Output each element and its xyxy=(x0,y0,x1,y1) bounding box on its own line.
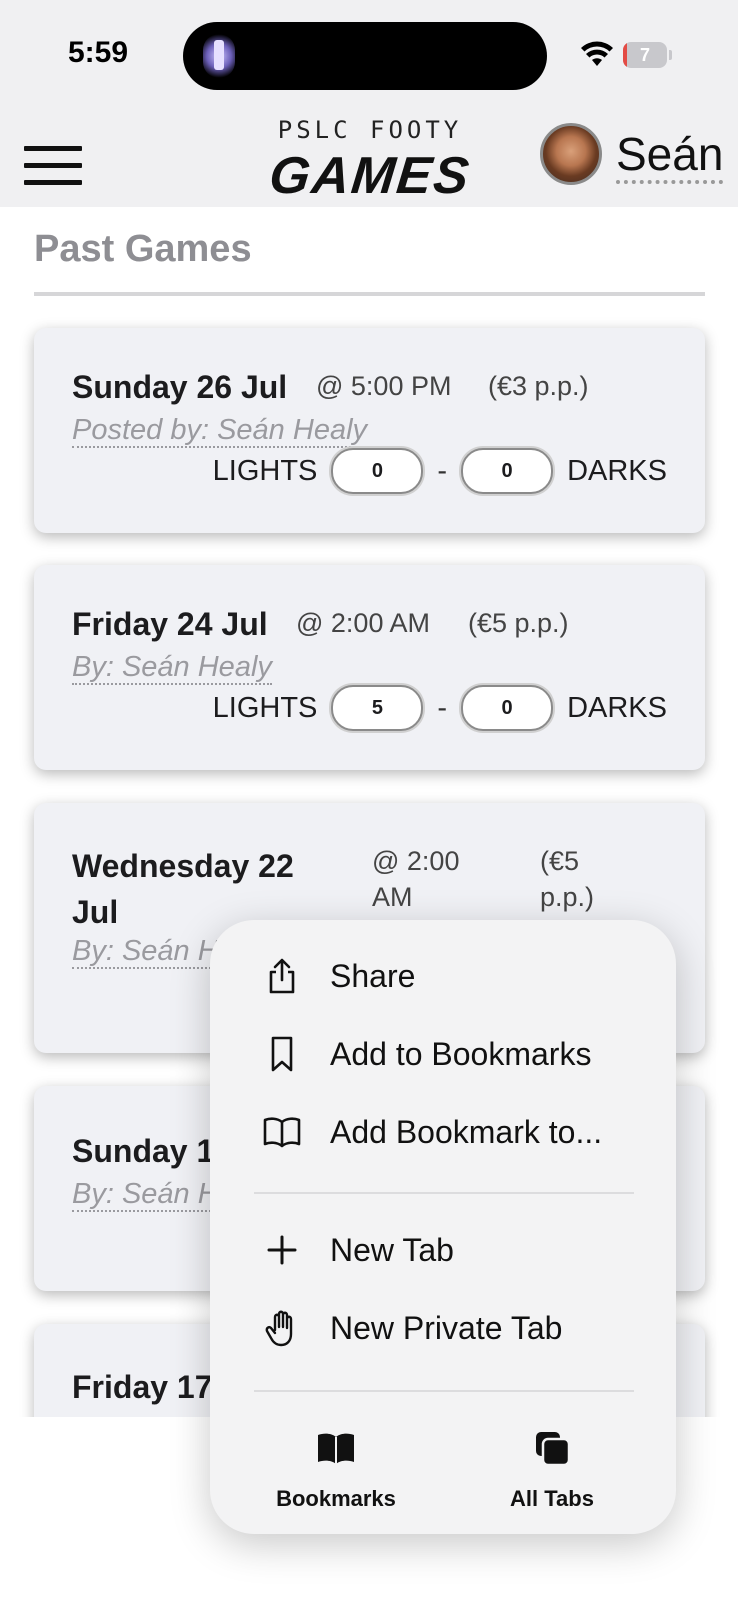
game-date-line2: Jul xyxy=(72,894,119,930)
book-open-icon xyxy=(263,1117,301,1148)
section-divider xyxy=(34,292,705,296)
bookmarks-button[interactable]: Bookmarks xyxy=(256,1428,416,1524)
menu-item-label: New Tab xyxy=(330,1231,454,1268)
lights-score: 0 xyxy=(331,448,424,494)
darks-label: DARKS xyxy=(567,454,667,487)
game-time-line2: AM xyxy=(372,882,413,912)
lights-score: 5 xyxy=(331,685,424,731)
menu-item-label: Share xyxy=(330,957,416,994)
game-posted-by[interactable]: By: Seán H xyxy=(72,1178,219,1212)
dynamic-island xyxy=(183,22,547,90)
tabs-icon xyxy=(536,1432,571,1467)
brand-title[interactable]: GAMES xyxy=(257,146,483,206)
darks-score: 0 xyxy=(461,685,554,731)
user-name-link[interactable]: Seán xyxy=(616,128,724,184)
game-date: Friday 17 xyxy=(72,1369,213,1405)
brand-subtitle: PSLC FOOTY xyxy=(277,116,463,144)
app-header: PSLC FOOTY GAMES Seán xyxy=(0,110,738,207)
score-dash: - xyxy=(437,454,448,487)
wifi-icon xyxy=(581,41,613,66)
plus-icon xyxy=(267,1235,297,1265)
game-price-line2: p.p.) xyxy=(540,882,595,912)
status-time: 5:59 xyxy=(68,36,129,69)
game-card[interactable]: Sunday 26 Jul @ 5:00 PM (€3 p.p.) Posted… xyxy=(34,328,705,533)
darks-label: DARKS xyxy=(567,691,667,724)
menu-item-add-bookmark-to[interactable]: Add Bookmark to... xyxy=(210,1098,676,1166)
menu-icon-line xyxy=(24,163,82,168)
section-title: Past Games xyxy=(34,228,252,270)
game-time: @ 5:00 PM xyxy=(316,371,452,401)
menu-item-label: Add to Bookmarks xyxy=(330,1035,592,1072)
game-time-line1: @ 2:00 xyxy=(372,846,460,876)
share-icon xyxy=(269,958,295,994)
game-date-line1: Wednesday 22 xyxy=(72,848,294,884)
game-card[interactable]: Friday 24 Jul @ 2:00 AM (€5 p.p.) By: Se… xyxy=(34,565,705,770)
battery-percent: 7 xyxy=(639,45,650,65)
bookmarks-label: Bookmarks xyxy=(276,1486,396,1511)
browser-context-menu: Share Add to Bookmarks Add Bookmark to..… xyxy=(210,920,676,1534)
lights-label: LIGHTS xyxy=(212,454,318,487)
menu-separator xyxy=(254,1192,634,1194)
battery-icon: 7 xyxy=(623,42,667,68)
game-price: (€3 p.p.) xyxy=(488,371,589,401)
game-posted-by[interactable]: Posted by: Seán Healy xyxy=(72,414,368,448)
menu-icon-line xyxy=(24,180,82,185)
menu-item-new-tab[interactable]: New Tab xyxy=(210,1216,676,1284)
game-date: Sunday 1 xyxy=(72,1133,215,1169)
game-posted-by[interactable]: By: Seán H xyxy=(72,935,219,969)
menu-item-label: Add Bookmark to... xyxy=(330,1113,603,1150)
menu-item-share[interactable]: Share xyxy=(210,942,676,1010)
menu-icon[interactable] xyxy=(24,146,82,186)
status-bar: 5:59 7 xyxy=(0,0,738,110)
game-time: @ 2:00 AM xyxy=(296,608,430,638)
score-row: LIGHTS 5 - 0 DARKS xyxy=(213,685,667,731)
menu-item-new-private-tab[interactable]: New Private Tab xyxy=(210,1294,676,1362)
all-tabs-label: All Tabs xyxy=(510,1486,594,1511)
game-date: Sunday 26 Jul xyxy=(72,369,288,405)
game-price-line1: (€5 xyxy=(540,846,580,876)
battery-nub xyxy=(669,50,672,60)
score-dash: - xyxy=(437,691,448,724)
hand-icon xyxy=(265,1310,293,1347)
bookmarks-book-icon xyxy=(318,1433,354,1464)
all-tabs-button[interactable]: All Tabs xyxy=(472,1428,632,1524)
darks-score: 0 xyxy=(461,448,554,494)
game-date: Friday 24 Jul xyxy=(72,606,268,642)
bookmark-icon xyxy=(271,1036,293,1072)
score-row: LIGHTS 0 - 0 DARKS xyxy=(213,448,667,494)
game-price: (€5 p.p.) xyxy=(468,608,569,638)
menu-icon-line xyxy=(24,146,82,151)
lights-label: LIGHTS xyxy=(212,691,318,724)
menu-item-add-to-bookmarks[interactable]: Add to Bookmarks xyxy=(210,1020,676,1088)
game-posted-by[interactable]: By: Seán Healy xyxy=(72,651,272,685)
avatar[interactable] xyxy=(540,123,602,185)
flashlight-bar xyxy=(214,40,224,70)
menu-item-label: New Private Tab xyxy=(330,1309,563,1346)
menu-separator xyxy=(254,1390,634,1392)
